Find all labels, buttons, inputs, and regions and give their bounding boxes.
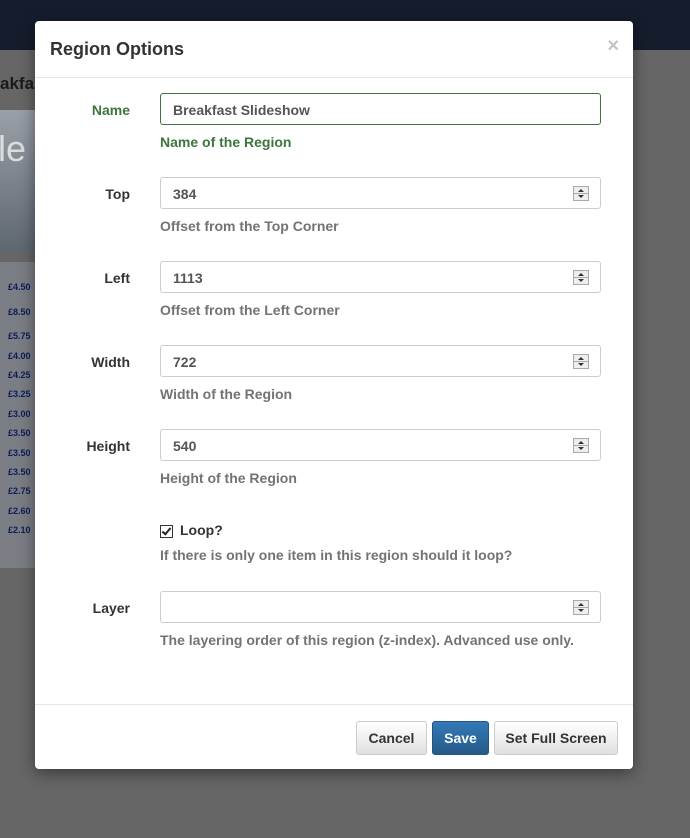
background-price: £3.50 [8,448,31,458]
background-price: £4.50 [8,282,31,292]
width-label: Width [91,354,130,370]
layer-spinner-icon[interactable] [573,600,589,615]
width-input-value: 722 [173,354,197,370]
left-label: Left [104,270,130,286]
checkmark-icon [161,525,172,536]
background-price: £2.10 [8,525,31,535]
background-price: £8.50 [8,307,31,317]
top-input-value: 384 [173,186,197,202]
background-preview-image: le [0,110,36,252]
background-price: £5.75 [8,331,31,341]
loop-label[interactable]: Loop? [180,522,223,538]
left-input-value: 1113 [173,270,203,286]
width-spinner-icon[interactable] [573,354,589,369]
modal-header: Region Options × [35,21,633,78]
background-price: £3.00 [8,409,31,419]
modal-title: Region Options [50,39,184,59]
name-help-text: Name of the Region [160,134,292,150]
left-spinner-icon[interactable] [573,270,589,285]
background-image-text: le [0,128,27,169]
width-number-input[interactable]: 722 [160,345,601,377]
height-input-value: 540 [173,438,197,454]
background-price: £2.60 [8,506,31,516]
modal-footer: Cancel Save Set Full Screen [35,704,633,770]
background-price: £3.50 [8,428,31,438]
height-help-text: Height of the Region [160,470,297,486]
save-button[interactable]: Save [432,721,489,755]
background-price: £3.50 [8,467,31,477]
cancel-button[interactable]: Cancel [356,721,427,755]
background-price: £4.25 [8,370,31,380]
background-price: £4.00 [8,351,31,361]
height-number-input[interactable]: 540 [160,429,601,461]
top-number-input[interactable]: 384 [160,177,601,209]
set-full-screen-button[interactable]: Set Full Screen [494,721,618,755]
height-label: Height [86,438,130,454]
loop-checkbox[interactable] [160,525,173,538]
loop-help-text: If there is only one item in this region… [160,547,513,563]
top-help-text: Offset from the Top Corner [160,218,339,234]
name-input[interactable]: Breakfast Slideshow [160,93,601,125]
layer-number-input[interactable] [160,591,601,623]
background-price: £3.25 [8,389,31,399]
top-label: Top [105,186,130,202]
background-price: £2.75 [8,486,31,496]
layer-help-text: The layering order of this region (z-ind… [160,632,574,648]
region-options-modal: Region Options × Name Breakfast Slidesho… [35,21,633,769]
close-icon[interactable]: × [607,35,619,58]
width-help-text: Width of the Region [160,386,293,402]
name-label: Name [91,102,130,118]
left-number-input[interactable]: 1113 [160,261,601,293]
top-spinner-icon[interactable] [573,186,589,201]
name-input-value: Breakfast Slideshow [173,102,310,118]
layer-label: Layer [92,600,130,616]
left-help-text: Offset from the Left Corner [160,302,340,318]
height-spinner-icon[interactable] [573,438,589,453]
